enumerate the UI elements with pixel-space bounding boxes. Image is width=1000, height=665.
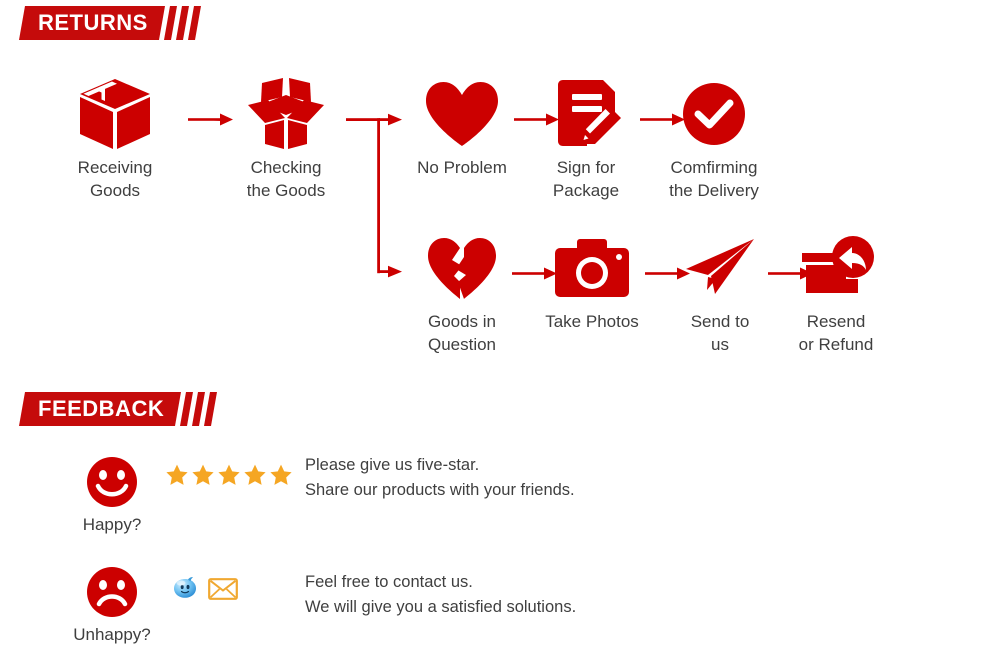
flow-step-label: Goods in Question bbox=[427, 312, 497, 354]
banner-stripe bbox=[180, 392, 194, 426]
broken-heart-icon bbox=[392, 232, 532, 304]
flow-step-label: Comfirming the Delivery bbox=[669, 158, 759, 200]
flow-step-goods-in-question: Goods in Question bbox=[392, 232, 532, 356]
star-icon bbox=[192, 464, 214, 485]
flow-step-comfirming-delivery: Comfirming the Delivery bbox=[644, 78, 784, 202]
returns-banner: RETURNS bbox=[19, 6, 203, 40]
returns-banner-stripes bbox=[163, 6, 203, 40]
feedback-message-unhappy: Feel free to contact us. We will give yo… bbox=[305, 573, 577, 616]
returns-banner-body: RETURNS bbox=[19, 6, 165, 40]
flow-step-label: Receiving Goods bbox=[77, 158, 153, 200]
document-pencil-icon bbox=[516, 78, 656, 150]
flow-step-sign-for-package: Sign for Package bbox=[516, 78, 656, 202]
flow-step-label: Checking the Goods bbox=[246, 158, 326, 200]
flow-step-label: Sign for Package bbox=[552, 158, 620, 200]
feedback-banner-body: FEEDBACK bbox=[19, 392, 182, 426]
heart-icon bbox=[392, 78, 532, 150]
banner-stripe bbox=[163, 6, 177, 40]
flow-step-label: No Problem bbox=[417, 158, 507, 177]
feedback-banner-title: FEEDBACK bbox=[38, 396, 165, 421]
rating-stars bbox=[165, 463, 293, 487]
feedback-banner: FEEDBACK bbox=[19, 392, 219, 426]
banner-stripe bbox=[192, 392, 206, 426]
sad-face-icon bbox=[72, 565, 152, 619]
star-icon bbox=[166, 464, 188, 485]
flow-step-no-problem: No Problem bbox=[392, 78, 532, 179]
flow-step-receiving-goods: Receiving Goods bbox=[45, 78, 185, 202]
feedback-face-label-unhappy: Unhappy? bbox=[73, 625, 151, 644]
feedback-banner-stripes bbox=[180, 392, 219, 426]
banner-stripe bbox=[187, 6, 201, 40]
star-icon bbox=[218, 464, 240, 485]
flow-step-label: Resend or Refund bbox=[798, 312, 874, 354]
closed-box-icon bbox=[45, 78, 185, 150]
contact-icons bbox=[172, 576, 238, 602]
box-return-arrow-icon bbox=[766, 232, 906, 304]
feedback-face-label-happy: Happy? bbox=[82, 515, 142, 534]
flow-step-resend-or-refund: Resend or Refund bbox=[766, 232, 906, 356]
flow-step-label: Take Photos bbox=[545, 312, 639, 331]
banner-stripe bbox=[175, 6, 189, 40]
camera-icon bbox=[522, 232, 662, 304]
feedback-row-happy: Happy? bbox=[72, 455, 152, 535]
chat-bubble-icon[interactable] bbox=[172, 576, 198, 602]
banner-stripe bbox=[204, 392, 218, 426]
feedback-message-happy: Please give us five-star. Share our prod… bbox=[305, 456, 575, 499]
open-box-icon bbox=[216, 78, 356, 150]
feedback-row-unhappy: Unhappy? bbox=[72, 565, 152, 645]
star-icon bbox=[244, 464, 266, 485]
returns-banner-title: RETURNS bbox=[38, 10, 148, 35]
flow-step-take-photos: Take Photos bbox=[522, 232, 662, 333]
flow-step-checking-goods: Checking the Goods bbox=[216, 78, 356, 202]
smiley-face-icon bbox=[72, 455, 152, 509]
star-icon bbox=[270, 464, 292, 485]
envelope-icon[interactable] bbox=[208, 578, 238, 600]
check-circle-icon bbox=[644, 78, 784, 150]
